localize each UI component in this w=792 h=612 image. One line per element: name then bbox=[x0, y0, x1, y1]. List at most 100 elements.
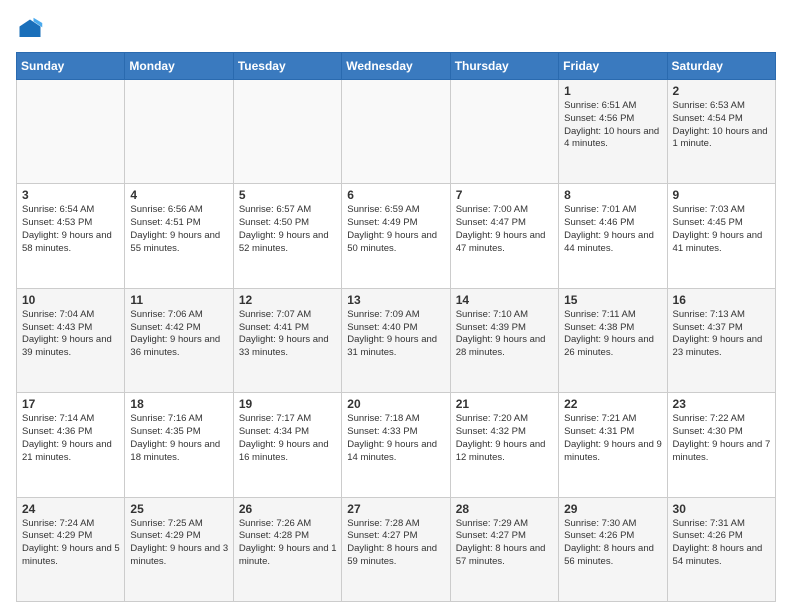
day-number: 30 bbox=[673, 502, 771, 516]
day-info: Sunrise: 7:28 AM Sunset: 4:27 PM Dayligh… bbox=[347, 518, 445, 569]
calendar-header-row: SundayMondayTuesdayWednesdayThursdayFrid… bbox=[17, 53, 776, 80]
calendar-cell: 22 Sunrise: 7:21 AM Sunset: 4:31 PM Dayli… bbox=[559, 393, 667, 497]
day-info: Sunrise: 7:29 AM Sunset: 4:27 PM Dayligh… bbox=[456, 518, 554, 569]
day-info: Sunrise: 7:14 AM Sunset: 4:36 PM Dayligh… bbox=[22, 413, 120, 464]
day-info: Sunrise: 7:00 AM Sunset: 4:47 PM Dayligh… bbox=[456, 204, 554, 255]
calendar-cell: 20 Sunrise: 7:18 AM Sunset: 4:33 PM Dayli… bbox=[342, 393, 450, 497]
calendar-cell: 30 Sunrise: 7:31 AM Sunset: 4:26 PM Dayli… bbox=[667, 497, 775, 601]
day-number: 19 bbox=[239, 397, 337, 411]
calendar-cell bbox=[125, 80, 233, 184]
day-number: 26 bbox=[239, 502, 337, 516]
day-number: 18 bbox=[130, 397, 228, 411]
day-number: 17 bbox=[22, 397, 120, 411]
calendar-cell: 17 Sunrise: 7:14 AM Sunset: 4:36 PM Dayli… bbox=[17, 393, 125, 497]
calendar-cell: 3 Sunrise: 6:54 AM Sunset: 4:53 PM Daylig… bbox=[17, 184, 125, 288]
weekday-header-friday: Friday bbox=[559, 53, 667, 80]
day-info: Sunrise: 7:31 AM Sunset: 4:26 PM Dayligh… bbox=[673, 518, 771, 569]
calendar-cell: 26 Sunrise: 7:26 AM Sunset: 4:28 PM Dayli… bbox=[233, 497, 341, 601]
calendar-cell: 23Sunrise: 7:22 AM Sunset: 4:30 PM Dayli… bbox=[667, 393, 775, 497]
calendar-cell: 9 Sunrise: 7:03 AM Sunset: 4:45 PM Daylig… bbox=[667, 184, 775, 288]
weekday-header-tuesday: Tuesday bbox=[233, 53, 341, 80]
day-info: Sunrise: 7:09 AM Sunset: 4:40 PM Dayligh… bbox=[347, 309, 445, 360]
day-info: Sunrise: 7:04 AM Sunset: 4:43 PM Dayligh… bbox=[22, 309, 120, 360]
day-number: 6 bbox=[347, 188, 445, 202]
calendar-table: SundayMondayTuesdayWednesdayThursdayFrid… bbox=[16, 52, 776, 602]
calendar-week-2: 3 Sunrise: 6:54 AM Sunset: 4:53 PM Daylig… bbox=[17, 184, 776, 288]
day-number: 8 bbox=[564, 188, 662, 202]
day-info: Sunrise: 7:17 AM Sunset: 4:34 PM Dayligh… bbox=[239, 413, 337, 464]
day-info: Sunrise: 7:11 AM Sunset: 4:38 PM Dayligh… bbox=[564, 309, 662, 360]
page: SundayMondayTuesdayWednesdayThursdayFrid… bbox=[0, 0, 792, 612]
calendar-cell: 13 Sunrise: 7:09 AM Sunset: 4:40 PM Dayli… bbox=[342, 288, 450, 392]
calendar-cell: 8Sunrise: 7:01 AM Sunset: 4:46 PM Daylig… bbox=[559, 184, 667, 288]
day-number: 5 bbox=[239, 188, 337, 202]
day-number: 2 bbox=[673, 84, 771, 98]
day-info: Sunrise: 7:24 AM Sunset: 4:29 PM Dayligh… bbox=[22, 518, 120, 569]
calendar-cell: 29Sunrise: 7:30 AM Sunset: 4:26 PM Dayli… bbox=[559, 497, 667, 601]
day-number: 20 bbox=[347, 397, 445, 411]
day-number: 12 bbox=[239, 293, 337, 307]
calendar-week-3: 10 Sunrise: 7:04 AM Sunset: 4:43 PM Dayli… bbox=[17, 288, 776, 392]
day-info: Sunrise: 7:21 AM Sunset: 4:31 PM Dayligh… bbox=[564, 413, 662, 464]
calendar-cell: 28 Sunrise: 7:29 AM Sunset: 4:27 PM Dayli… bbox=[450, 497, 558, 601]
day-number: 22 bbox=[564, 397, 662, 411]
calendar-cell bbox=[342, 80, 450, 184]
day-number: 3 bbox=[22, 188, 120, 202]
day-info: Sunrise: 7:16 AM Sunset: 4:35 PM Dayligh… bbox=[130, 413, 228, 464]
calendar-cell: 12 Sunrise: 7:07 AM Sunset: 4:41 PM Dayli… bbox=[233, 288, 341, 392]
day-number: 28 bbox=[456, 502, 554, 516]
day-info: Sunrise: 7:10 AM Sunset: 4:39 PM Dayligh… bbox=[456, 309, 554, 360]
day-info: Sunrise: 7:30 AM Sunset: 4:26 PM Dayligh… bbox=[564, 518, 662, 569]
calendar-cell: 11 Sunrise: 7:06 AM Sunset: 4:42 PM Dayli… bbox=[125, 288, 233, 392]
logo-icon bbox=[16, 16, 44, 44]
calendar-cell bbox=[17, 80, 125, 184]
calendar-cell: 5 Sunrise: 6:57 AM Sunset: 4:50 PM Daylig… bbox=[233, 184, 341, 288]
day-info: Sunrise: 7:06 AM Sunset: 4:42 PM Dayligh… bbox=[130, 309, 228, 360]
day-number: 7 bbox=[456, 188, 554, 202]
calendar-cell: 14 Sunrise: 7:10 AM Sunset: 4:39 PM Dayli… bbox=[450, 288, 558, 392]
day-number: 16 bbox=[673, 293, 771, 307]
day-info: Sunrise: 6:54 AM Sunset: 4:53 PM Dayligh… bbox=[22, 204, 120, 255]
day-number: 23 bbox=[673, 397, 771, 411]
day-number: 24 bbox=[22, 502, 120, 516]
weekday-header-wednesday: Wednesday bbox=[342, 53, 450, 80]
calendar-cell: 19 Sunrise: 7:17 AM Sunset: 4:34 PM Dayli… bbox=[233, 393, 341, 497]
day-info: Sunrise: 6:59 AM Sunset: 4:49 PM Dayligh… bbox=[347, 204, 445, 255]
day-info: Sunrise: 7:07 AM Sunset: 4:41 PM Dayligh… bbox=[239, 309, 337, 360]
calendar-cell: 4Sunrise: 6:56 AM Sunset: 4:51 PM Daylig… bbox=[125, 184, 233, 288]
header bbox=[16, 16, 776, 44]
day-number: 21 bbox=[456, 397, 554, 411]
calendar-cell: 6 Sunrise: 6:59 AM Sunset: 4:49 PM Daylig… bbox=[342, 184, 450, 288]
calendar-cell bbox=[233, 80, 341, 184]
day-info: Sunrise: 7:18 AM Sunset: 4:33 PM Dayligh… bbox=[347, 413, 445, 464]
day-number: 10 bbox=[22, 293, 120, 307]
calendar-cell: 15 Sunrise: 7:11 AM Sunset: 4:38 PM Dayli… bbox=[559, 288, 667, 392]
calendar-cell bbox=[450, 80, 558, 184]
day-info: Sunrise: 7:26 AM Sunset: 4:28 PM Dayligh… bbox=[239, 518, 337, 569]
weekday-header-sunday: Sunday bbox=[17, 53, 125, 80]
day-info: Sunrise: 7:03 AM Sunset: 4:45 PM Dayligh… bbox=[673, 204, 771, 255]
calendar-cell: 16 Sunrise: 7:13 AM Sunset: 4:37 PM Dayli… bbox=[667, 288, 775, 392]
day-number: 4 bbox=[130, 188, 228, 202]
calendar-cell: 7 Sunrise: 7:00 AM Sunset: 4:47 PM Daylig… bbox=[450, 184, 558, 288]
calendar-cell: 25Sunrise: 7:25 AM Sunset: 4:29 PM Dayli… bbox=[125, 497, 233, 601]
calendar-cell: 21 Sunrise: 7:20 AM Sunset: 4:32 PM Dayli… bbox=[450, 393, 558, 497]
weekday-header-saturday: Saturday bbox=[667, 53, 775, 80]
day-info: Sunrise: 6:57 AM Sunset: 4:50 PM Dayligh… bbox=[239, 204, 337, 255]
day-number: 13 bbox=[347, 293, 445, 307]
day-info: Sunrise: 7:25 AM Sunset: 4:29 PM Dayligh… bbox=[130, 518, 228, 569]
logo bbox=[16, 16, 48, 44]
weekday-header-thursday: Thursday bbox=[450, 53, 558, 80]
day-info: Sunrise: 6:51 AM Sunset: 4:56 PM Dayligh… bbox=[564, 100, 662, 151]
day-number: 9 bbox=[673, 188, 771, 202]
day-number: 14 bbox=[456, 293, 554, 307]
calendar-week-1: 1 Sunrise: 6:51 AM Sunset: 4:56 PM Daylig… bbox=[17, 80, 776, 184]
day-number: 15 bbox=[564, 293, 662, 307]
day-info: Sunrise: 7:13 AM Sunset: 4:37 PM Dayligh… bbox=[673, 309, 771, 360]
calendar-week-4: 17 Sunrise: 7:14 AM Sunset: 4:36 PM Dayli… bbox=[17, 393, 776, 497]
day-number: 1 bbox=[564, 84, 662, 98]
day-info: Sunrise: 6:53 AM Sunset: 4:54 PM Dayligh… bbox=[673, 100, 771, 151]
day-number: 11 bbox=[130, 293, 228, 307]
day-info: Sunrise: 7:20 AM Sunset: 4:32 PM Dayligh… bbox=[456, 413, 554, 464]
calendar-cell: 1 Sunrise: 6:51 AM Sunset: 4:56 PM Daylig… bbox=[559, 80, 667, 184]
